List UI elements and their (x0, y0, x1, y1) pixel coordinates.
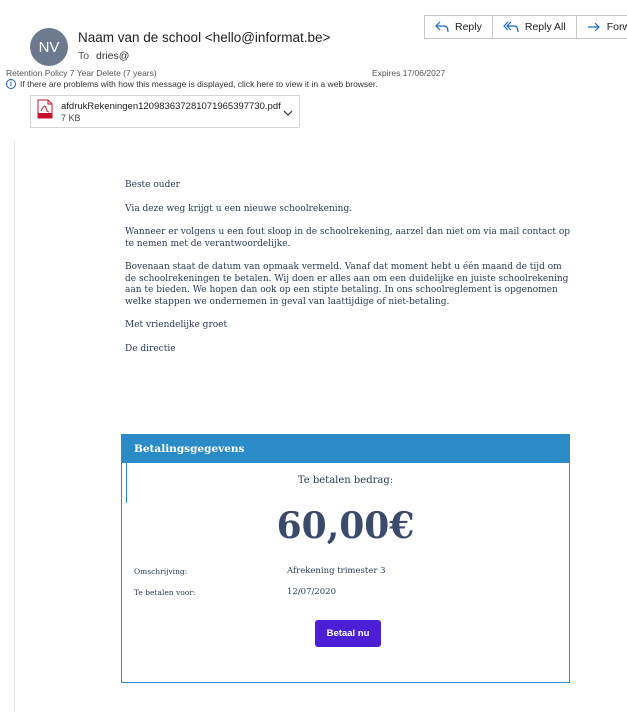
sender-name[interactable]: Naam van de school <hello@informat.be> (78, 30, 330, 45)
attachment-size: 7 KB (61, 112, 81, 123)
attachment[interactable]: afdrukRekeningen12098363728107196539773​… (30, 95, 300, 128)
signature: De directie (125, 343, 176, 354)
info-icon: i (6, 79, 16, 89)
paragraph-contact: Wanneer er volgens u een fout sloop in d… (125, 227, 570, 249)
due-date-label: Te betalen voor: (134, 588, 196, 597)
message-border (14, 140, 15, 712)
to-label: To (78, 50, 90, 62)
info-bar[interactable]: i If there are problems with how this me… (6, 79, 378, 89)
recipient-address[interactable]: dries@ (96, 50, 129, 62)
expires-date: Expires 17/06/2027 (372, 68, 446, 78)
payment-card: Betalingsgegevens Te betalen bedrag: 60,… (121, 434, 570, 683)
attachment-name: afdrukRekeningen12098363728107196539773​… (61, 100, 281, 112)
avatar: NV (30, 28, 68, 66)
info-text: If there are problems with how this mess… (20, 79, 378, 89)
amount-label: Te betalen bedrag: (297, 475, 394, 486)
forward-label: Forward (606, 21, 627, 33)
pdf-icon (37, 99, 53, 124)
greeting: Beste ouder (125, 180, 180, 190)
description-value: Afrekening trimester 3 (287, 566, 386, 576)
chevron-down-icon[interactable] (283, 103, 293, 121)
due-date-value: 12/07/2020 (287, 587, 336, 597)
message-actions: Reply Reply All Forward (424, 15, 627, 39)
forward-icon (587, 22, 601, 32)
reply-all-icon (503, 21, 519, 33)
reply-all-label: Reply All (524, 21, 566, 33)
recipient-line: To dries@ (78, 50, 129, 62)
reply-all-button[interactable]: Reply All (491, 15, 577, 39)
amount-value: 60,00€ (276, 505, 415, 547)
reply-icon (435, 21, 449, 33)
closing: Met vriendelijke groet (125, 320, 228, 330)
description-label: Omschrijving: (134, 567, 188, 576)
forward-button[interactable]: Forward (575, 15, 627, 39)
message-body: Beste ouder Via deze weg krijgt u een ni… (125, 180, 570, 367)
retention-policy: Retention Policy 7 Year Delete (7 years) (6, 68, 157, 78)
paragraph-intro: Via deze weg krijgt u een nieuwe schoolr… (125, 203, 353, 214)
reply-button[interactable]: Reply (424, 15, 493, 39)
payment-card-title: Betalingsgegevens (122, 435, 569, 463)
pay-now-button[interactable]: Betaal nu (315, 620, 381, 647)
reply-label: Reply (455, 21, 482, 33)
paragraph-payment-terms: Bovenaan staat de datum van opmaak verme… (125, 262, 569, 307)
